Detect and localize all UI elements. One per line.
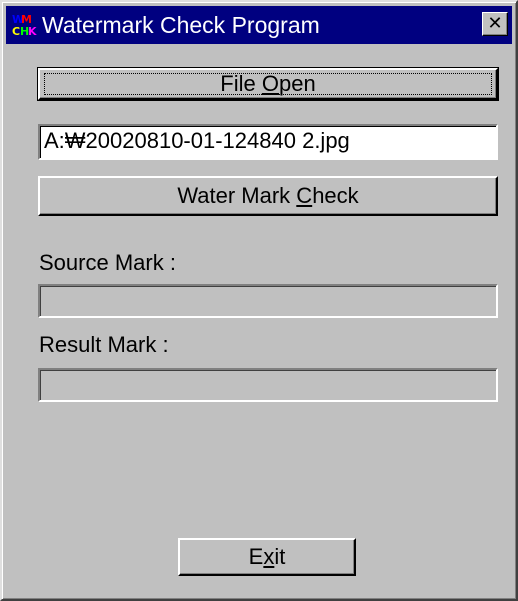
- source-mark-label: Source Mark :: [39, 250, 176, 275]
- file-path-field[interactable]: A:₩20020810-01-124840 2.jpg: [38, 124, 498, 160]
- file-open-label: File Open: [220, 71, 316, 96]
- close-button[interactable]: ✕: [482, 12, 508, 36]
- result-mark-label: Result Mark :: [39, 332, 169, 357]
- app-window: W M C H K Watermark Check Program ✕ File…: [0, 0, 518, 601]
- window-title: Watermark Check Program: [42, 12, 320, 38]
- exit-button[interactable]: Exit: [178, 538, 356, 576]
- file-path-value: A:₩20020810-01-124840 2.jpg: [44, 128, 350, 153]
- app-icon-letter: K: [28, 25, 37, 38]
- watermark-check-label: Water Mark Check: [177, 183, 359, 208]
- app-icon-letter: C: [12, 25, 21, 38]
- close-icon: ✕: [487, 13, 503, 34]
- result-mark-field[interactable]: [38, 368, 498, 402]
- file-open-button[interactable]: File Open: [37, 67, 499, 101]
- source-mark-field[interactable]: [38, 284, 498, 318]
- exit-label: Exit: [248, 544, 286, 569]
- watermark-app-icon: W M C H K: [12, 14, 37, 38]
- watermark-check-button[interactable]: Water Mark Check: [38, 176, 498, 216]
- title-bar[interactable]: W M C H K Watermark Check Program ✕: [6, 6, 512, 44]
